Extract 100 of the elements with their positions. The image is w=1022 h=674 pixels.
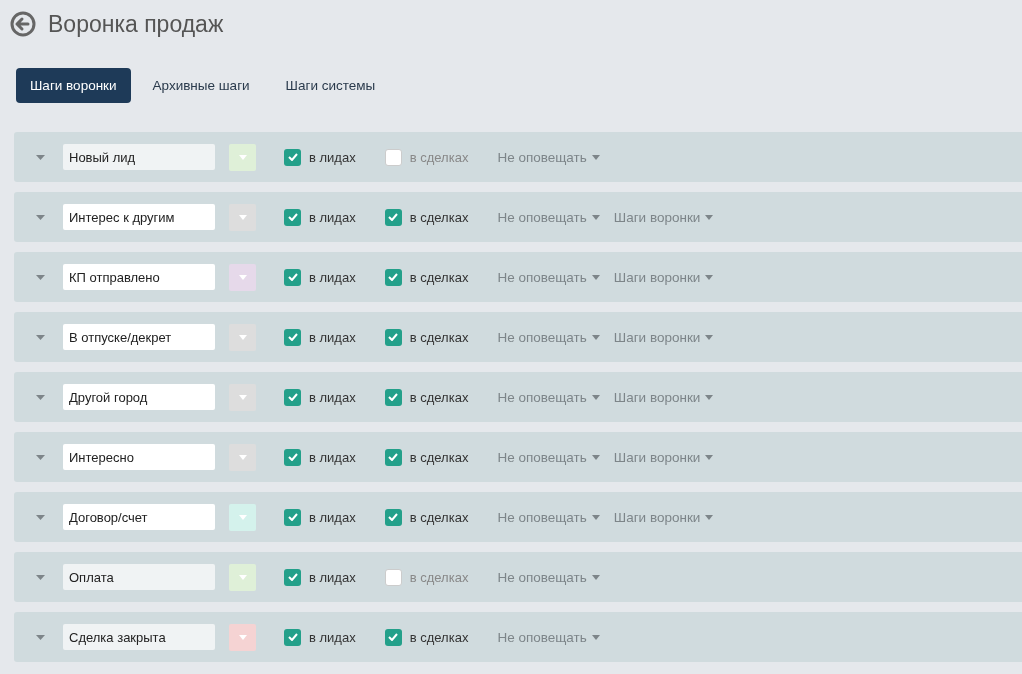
funnel-dropdown[interactable]: Шаги воронки <box>613 269 714 285</box>
checkbox-label: в лидах <box>309 329 356 345</box>
caret-icon <box>238 514 247 520</box>
back-icon[interactable] <box>10 11 36 37</box>
caret-icon <box>705 514 714 520</box>
checkbox[interactable] <box>284 208 301 226</box>
color-picker[interactable] <box>229 323 256 351</box>
caret-icon <box>705 454 714 460</box>
checkbox-label: в лидах <box>309 629 356 645</box>
caret-icon[interactable] <box>36 514 45 520</box>
caret-icon <box>591 634 600 640</box>
caret-icon[interactable] <box>36 634 45 640</box>
color-picker[interactable] <box>229 503 256 531</box>
caret-icon[interactable] <box>36 274 45 280</box>
check-icon <box>287 153 298 161</box>
caret-icon <box>705 274 714 280</box>
caret-icon <box>591 274 600 280</box>
stage-name-field[interactable]: Другой город <box>63 384 215 410</box>
checkbox-label: в лидах <box>309 149 356 165</box>
caret-icon <box>238 334 247 340</box>
check-icon <box>388 453 399 461</box>
funnel-dropdown[interactable]: Шаги воронки <box>613 449 714 465</box>
stage-name-field[interactable]: КП отправлено <box>63 264 215 290</box>
caret-icon <box>238 394 247 400</box>
tab[interactable]: Шаги системы <box>271 68 390 103</box>
notify-dropdown[interactable]: Не оповещать <box>497 509 600 525</box>
color-picker[interactable] <box>229 443 256 471</box>
check-icon <box>287 393 298 401</box>
check-icon <box>287 513 298 521</box>
caret-icon <box>591 334 600 340</box>
notify-dropdown[interactable]: Не оповещать <box>497 329 600 345</box>
checkbox-label: в сделках <box>409 449 469 465</box>
caret-icon <box>591 454 600 460</box>
check-icon <box>388 393 399 401</box>
checkbox[interactable] <box>284 508 301 526</box>
checkbox[interactable] <box>384 328 402 346</box>
checkbox[interactable] <box>384 508 402 526</box>
caret-icon[interactable] <box>36 454 45 460</box>
checkbox-label: в сделках <box>409 269 469 285</box>
check-icon <box>388 333 399 341</box>
notify-dropdown[interactable]: Не оповещать <box>497 209 600 225</box>
checkbox-label: в сделках <box>409 629 469 645</box>
checkbox[interactable] <box>284 268 301 286</box>
caret-icon <box>238 574 247 580</box>
check-icon <box>287 573 298 581</box>
checkbox[interactable] <box>284 328 301 346</box>
funnel-dropdown[interactable]: Шаги воронки <box>613 329 714 345</box>
notify-dropdown[interactable]: Не оповещать <box>497 389 600 405</box>
tab[interactable]: Шаги воронки <box>16 68 131 103</box>
caret-icon <box>238 274 247 280</box>
check-icon <box>287 633 298 641</box>
checkbox[interactable] <box>384 388 402 406</box>
funnel-dropdown[interactable]: Шаги воронки <box>613 209 714 225</box>
caret-icon[interactable] <box>36 334 45 340</box>
caret-icon <box>591 154 600 160</box>
page-title: Воронка продаж <box>48 10 224 38</box>
caret-icon[interactable] <box>36 394 45 400</box>
check-icon <box>287 333 298 341</box>
checkbox-label: в сделках <box>409 149 469 165</box>
checkbox[interactable] <box>284 388 301 406</box>
checkbox-label: в сделках <box>409 389 469 405</box>
checkbox-label: в сделках <box>409 209 469 225</box>
color-picker[interactable] <box>229 263 256 291</box>
checkbox-label: в сделках <box>409 509 469 525</box>
checkbox[interactable] <box>284 448 301 466</box>
check-icon <box>388 513 399 521</box>
stage-name-field[interactable]: В отпуске/декрет <box>63 324 215 350</box>
checkbox-label: в лидах <box>309 449 356 465</box>
caret-icon <box>238 634 247 640</box>
check-icon <box>388 633 399 641</box>
funnel-dropdown[interactable]: Шаги воронки <box>613 389 714 405</box>
stage-name-field[interactable]: Интерес к другим <box>63 204 215 230</box>
caret-icon <box>705 394 714 400</box>
caret-icon[interactable] <box>36 154 45 160</box>
stage-name-field[interactable]: Интересно <box>63 444 215 470</box>
caret-icon <box>591 514 600 520</box>
notify-dropdown[interactable]: Не оповещать <box>497 269 600 285</box>
color-picker[interactable] <box>229 383 256 411</box>
notify-dropdown[interactable]: Не оповещать <box>497 449 600 465</box>
checkbox[interactable] <box>384 448 402 466</box>
caret-icon <box>238 214 247 220</box>
checkbox[interactable] <box>384 208 402 226</box>
caret-icon <box>705 214 714 220</box>
caret-icon <box>591 394 600 400</box>
caret-icon <box>591 214 600 220</box>
checkbox-label: в лидах <box>309 269 356 285</box>
caret-icon[interactable] <box>36 574 45 580</box>
funnel-dropdown[interactable]: Шаги воронки <box>613 509 714 525</box>
tab[interactable]: Архивные шаги <box>138 68 264 103</box>
checkbox-label: в лидах <box>309 389 356 405</box>
color-picker[interactable] <box>229 203 256 231</box>
stage-name-field[interactable]: Договор/счет <box>63 504 215 530</box>
check-icon <box>388 213 399 221</box>
checkbox-label: в лидах <box>309 209 356 225</box>
check-icon <box>287 213 298 221</box>
checkbox[interactable] <box>384 268 402 286</box>
checkbox-label: в сделках <box>409 329 469 345</box>
caret-icon <box>705 334 714 340</box>
check-icon <box>287 273 298 281</box>
caret-icon[interactable] <box>36 214 45 220</box>
